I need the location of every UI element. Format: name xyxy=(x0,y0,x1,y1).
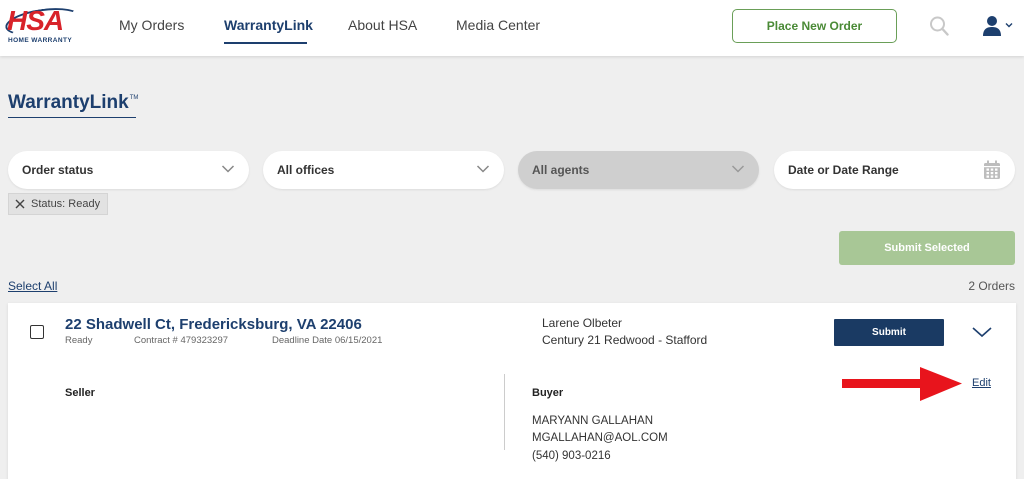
offices-dropdown[interactable]: All offices xyxy=(263,151,504,189)
nav-my-orders[interactable]: My Orders xyxy=(119,17,184,33)
offices-label: All offices xyxy=(277,163,335,177)
order-checkbox[interactable] xyxy=(30,325,44,339)
buyer-email: MGALLAHAN@AOL.COM xyxy=(532,432,668,444)
buyer-heading: Buyer xyxy=(532,387,564,399)
buyer-name: MARYANN GALLAHAN xyxy=(532,415,653,427)
logo-text: HSA xyxy=(7,5,64,36)
seller-heading: Seller xyxy=(65,387,95,399)
submit-order-button[interactable]: Submit xyxy=(834,319,944,346)
order-status-text: Ready xyxy=(65,335,93,346)
buyer-phone: (540) 903-0216 xyxy=(532,450,611,462)
nav-active-underline xyxy=(224,42,307,44)
chevron-down-icon[interactable] xyxy=(971,325,993,339)
order-status-label: Order status xyxy=(22,163,94,177)
place-new-order-button[interactable]: Place New Order xyxy=(732,9,897,43)
status-filter-chip[interactable]: Status: Ready xyxy=(8,193,109,215)
submit-selected-button[interactable]: Submit Selected xyxy=(839,231,1015,265)
contract-number: Contract # 479323297 xyxy=(134,335,229,346)
title-underline xyxy=(8,117,136,118)
column-divider xyxy=(504,374,505,450)
orders-count: 2 Orders xyxy=(968,279,1015,293)
calendar-icon[interactable] xyxy=(983,160,1001,180)
logo-subtext: HOME WARRANTY xyxy=(8,37,73,44)
edit-buyer-link[interactable]: Edit xyxy=(972,377,991,389)
agents-label: All agents xyxy=(532,163,590,177)
order-status-dropdown[interactable]: Order status xyxy=(8,151,249,189)
trademark-mark: TM xyxy=(129,95,139,101)
agent-name: Larene Olbeter xyxy=(542,316,623,330)
select-all-link[interactable]: Select All xyxy=(8,279,57,293)
date-range-picker[interactable]: Date or Date Range xyxy=(774,151,1015,189)
hsa-logo[interactable]: HSA HOME WARRANTY xyxy=(3,3,83,47)
user-icon[interactable] xyxy=(981,14,1003,38)
agents-dropdown[interactable]: All agents xyxy=(518,151,759,189)
date-range-label: Date or Date Range xyxy=(788,163,899,177)
close-icon[interactable] xyxy=(15,199,25,209)
chevron-down-icon xyxy=(221,165,235,173)
search-icon[interactable] xyxy=(929,15,949,37)
chevron-down-icon xyxy=(476,165,490,173)
nav-warrantylink[interactable]: WarrantyLink xyxy=(224,17,313,33)
page-title: WarrantyLinkTM xyxy=(8,92,138,114)
order-address[interactable]: 22 Shadwell Ct, Fredericksburg, VA 22406 xyxy=(65,316,362,333)
nav-about-hsa[interactable]: About HSA xyxy=(348,17,417,33)
deadline-date: Deadline Date 06/15/2021 xyxy=(272,335,383,346)
chevron-down-icon xyxy=(731,165,745,173)
chevron-down-icon[interactable] xyxy=(1004,20,1014,30)
annotation-arrow-icon xyxy=(842,367,962,401)
page-title-text: WarrantyLink xyxy=(8,92,129,113)
nav-media-center[interactable]: Media Center xyxy=(456,17,540,33)
top-header: HSA HOME WARRANTY My Orders WarrantyLink… xyxy=(0,0,1024,56)
agent-office: Century 21 Redwood - Stafford xyxy=(542,333,708,347)
status-chip-label: Status: Ready xyxy=(31,198,101,210)
